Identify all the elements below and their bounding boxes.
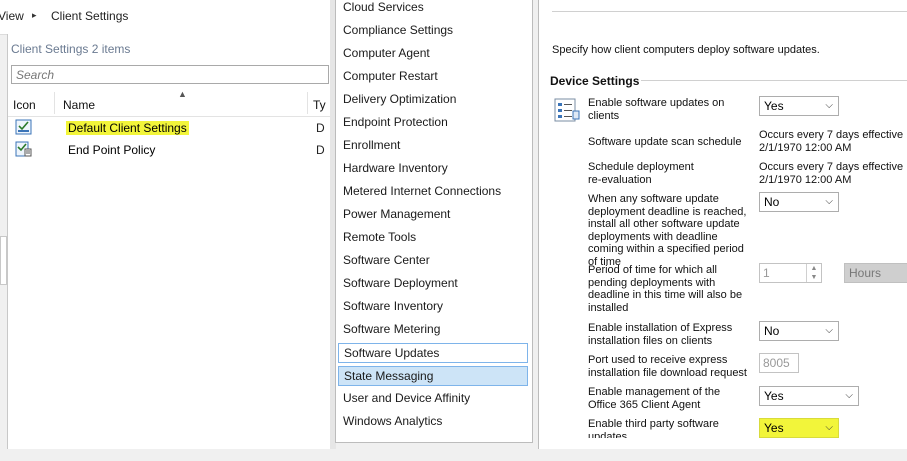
chevron-down-icon: ⌵ bbox=[845, 390, 853, 401]
category-item[interactable]: Enrollment bbox=[338, 136, 528, 156]
client-settings-icon bbox=[15, 119, 32, 135]
office365-agent-dropdown[interactable]: Yes ⌵ bbox=[759, 386, 859, 406]
column-divider[interactable] bbox=[307, 92, 308, 114]
category-item[interactable]: Remote Tools bbox=[338, 228, 528, 248]
enable-software-updates-dropdown[interactable]: Yes ⌵ bbox=[759, 96, 839, 116]
period-unit-dropdown: Hours bbox=[844, 263, 907, 283]
setting-label: Enable third party software updates bbox=[588, 418, 719, 438]
row-type: D bbox=[316, 143, 325, 157]
list-header: Icon Name ▲ Ty bbox=[8, 89, 331, 117]
item-count: 2 items bbox=[91, 42, 131, 56]
navigation-pane-edge[interactable] bbox=[0, 236, 7, 285]
breadcrumb-root[interactable]: View bbox=[0, 9, 24, 23]
spin-arrows-icon[interactable]: ▲ ▼ bbox=[806, 264, 821, 282]
third-party-updates-dropdown[interactable]: Yes ⌵ bbox=[759, 418, 839, 438]
chevron-down-icon: ⌵ bbox=[825, 100, 833, 111]
chevron-down-icon: ⌵ bbox=[825, 422, 833, 433]
setting-label: Enable installation of Express installat… bbox=[588, 322, 733, 347]
settings-category-list: Cloud Services Compliance Settings Compu… bbox=[335, 0, 533, 443]
client-settings-list-pane: Client Settings 2 items Search Icon Name… bbox=[7, 34, 331, 449]
setting-label: When any software update deployment dead… bbox=[588, 193, 747, 268]
list-pane-title: Client Settings 2 items bbox=[11, 42, 130, 56]
breadcrumb-current[interactable]: Client Settings bbox=[51, 9, 128, 23]
category-item[interactable]: Hardware Inventory bbox=[338, 159, 528, 179]
express-installation-dropdown[interactable]: No ⌵ bbox=[759, 321, 839, 341]
row-name: Default Client Settings bbox=[66, 121, 189, 135]
deadline-install-dropdown[interactable]: No ⌵ bbox=[759, 192, 839, 212]
express-port-input: 8005 bbox=[759, 353, 799, 373]
setting-label: Port used to receive express installatio… bbox=[588, 354, 747, 379]
category-item[interactable]: User and Device Affinity bbox=[338, 389, 528, 409]
category-item[interactable]: Endpoint Protection bbox=[338, 113, 528, 133]
policy-icon bbox=[15, 141, 32, 157]
category-item[interactable]: Computer Restart bbox=[338, 67, 528, 87]
scan-schedule-value[interactable]: Occurs every 7 days effective 2/1/1970 1… bbox=[759, 129, 907, 154]
panel-description: Specify how client computers deploy soft… bbox=[552, 44, 820, 56]
category-item[interactable]: Windows Analytics bbox=[338, 412, 528, 432]
table-row[interactable]: End Point Policy D bbox=[8, 139, 331, 161]
category-item[interactable]: Software Deployment bbox=[338, 274, 528, 294]
setting-label: Enable software updates on clients bbox=[588, 97, 725, 122]
device-settings-icon bbox=[554, 98, 580, 122]
category-item[interactable]: Software Center bbox=[338, 251, 528, 271]
row-type: D bbox=[316, 121, 325, 135]
period-spinbox[interactable]: 1 ▲ ▼ bbox=[759, 263, 822, 283]
group-title: Device Settings bbox=[548, 74, 642, 88]
column-header-name[interactable]: Name bbox=[63, 98, 95, 112]
breadcrumb-separator-icon: ▸ bbox=[32, 10, 37, 20]
sort-ascending-icon: ▲ bbox=[178, 89, 187, 99]
column-header-icon[interactable]: Icon bbox=[13, 98, 36, 112]
category-item[interactable]: Power Management bbox=[338, 205, 528, 225]
category-item[interactable]: Compliance Settings bbox=[338, 21, 528, 41]
panel-header-divider bbox=[552, 0, 907, 12]
category-item[interactable]: Delivery Optimization bbox=[338, 90, 528, 110]
setting-label: Software update scan schedule bbox=[588, 136, 742, 148]
setting-label: Period of time for which all pending dep… bbox=[588, 264, 743, 314]
software-updates-settings-panel: Specify how client computers deploy soft… bbox=[538, 0, 907, 449]
category-item[interactable]: Cloud Services bbox=[338, 0, 528, 18]
breadcrumb: View ▸ Client Settings bbox=[0, 0, 330, 35]
table-row[interactable]: Default Client Settings D bbox=[8, 117, 331, 139]
setting-label: Enable management of the Office 365 Clie… bbox=[588, 386, 721, 411]
category-item[interactable]: Metered Internet Connections bbox=[338, 182, 528, 202]
setting-label: Schedule deployment re-evaluation bbox=[588, 161, 694, 186]
chevron-down-icon: ⌵ bbox=[825, 196, 833, 207]
column-divider[interactable] bbox=[54, 92, 55, 114]
category-item-state-messaging[interactable]: State Messaging bbox=[338, 366, 528, 386]
chevron-down-icon: ⌵ bbox=[825, 325, 833, 336]
row-name: End Point Policy bbox=[68, 143, 156, 157]
column-header-type[interactable]: Ty bbox=[313, 98, 326, 112]
search-input[interactable]: Search bbox=[11, 65, 329, 84]
category-item[interactable]: Software Metering bbox=[338, 320, 528, 340]
category-item[interactable]: Computer Agent bbox=[338, 44, 528, 64]
list-title-text: Client Settings bbox=[11, 42, 89, 56]
reevaluation-schedule-value[interactable]: Occurs every 7 days effective 2/1/1970 1… bbox=[759, 161, 907, 186]
category-item-software-updates[interactable]: Software Updates bbox=[338, 343, 528, 363]
category-item[interactable]: Software Inventory bbox=[338, 297, 528, 317]
